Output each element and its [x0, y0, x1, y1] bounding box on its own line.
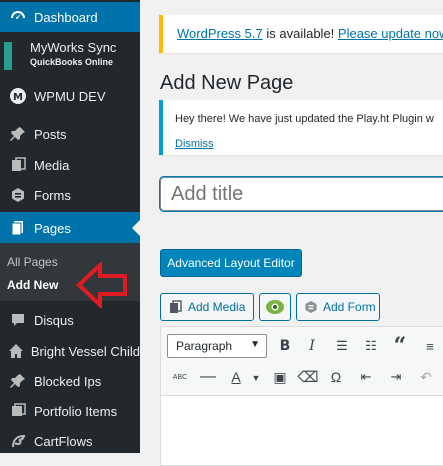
blockquote-icon[interactable]: “	[391, 333, 409, 359]
dashboard-icon	[4, 9, 32, 25]
submenu-add-new[interactable]: Add New	[7, 278, 58, 292]
sidebar-item-bright-vessel[interactable]: Bright Vessel Child	[0, 336, 140, 366]
horizontal-line-icon[interactable]: —	[199, 368, 217, 386]
align-left-icon[interactable]: ≡	[421, 337, 439, 355]
numbered-list-icon[interactable]: ☷	[362, 337, 380, 355]
sidebar-item-label: Forms	[34, 187, 71, 203]
wordpress-version-link[interactable]: WordPress 5.7	[177, 26, 263, 41]
pushpin-icon	[4, 126, 32, 142]
sidebar-item-myworks[interactable]: MyWorks Sync QuickBooks Online	[0, 34, 140, 74]
sidebar-item-label: MyWorks Sync	[30, 40, 117, 55]
sidebar-item-label: Blocked Ips	[34, 373, 102, 389]
cartflows-icon	[4, 433, 32, 449]
portfolio-icon	[4, 403, 32, 419]
dismiss-link[interactable]: Dismiss	[175, 138, 214, 150]
indent-icon[interactable]: ⇥	[387, 368, 405, 386]
sidebar-item-label: WPMU DEV	[34, 88, 106, 104]
add-form-button[interactable]: Add Form	[296, 293, 380, 321]
page-title: Add New Page	[160, 72, 294, 94]
undo-icon[interactable]: ↶	[417, 368, 435, 386]
sidebar-item-blocked-ips[interactable]: Blocked Ips	[0, 366, 140, 396]
sidebar-item-wpmudev[interactable]: M WPMU DEV	[0, 81, 140, 111]
chevron-down-icon: ▼	[250, 339, 260, 350]
sidebar-item-cartflows[interactable]: CartFlows	[0, 426, 140, 456]
sidebar-item-label: Disqus	[34, 312, 74, 328]
media-icon	[4, 157, 32, 173]
sidebar-item-label: Media	[34, 157, 70, 173]
submenu-all-pages[interactable]: All Pages	[7, 255, 58, 269]
sidebar-item-forms[interactable]: Forms	[0, 180, 140, 210]
annotation-arrow-icon	[76, 262, 127, 308]
sidebar-item-sublabel: QuickBooks Online	[30, 57, 114, 67]
sidebar-item-dashboard[interactable]: Dashboard	[0, 2, 140, 32]
pushpin-icon	[4, 373, 32, 389]
house-icon	[4, 343, 29, 359]
sidebar-item-portfolio[interactable]: Portfolio Items	[0, 396, 140, 426]
add-form-label: Add Form	[323, 300, 376, 314]
admin-sidebar: Dashboard MyWorks Sync QuickBooks Online…	[0, 0, 140, 453]
sidebar-item-disqus[interactable]: Disqus	[0, 305, 140, 335]
sidebar-item-label: Dashboard	[34, 9, 98, 25]
svg-text:M: M	[13, 92, 23, 103]
update-notice-text: WordPress 5.7 is available! Please updat…	[177, 26, 443, 41]
plugin-notice-text: Hey there! We have just updated the Play…	[175, 113, 434, 125]
sidebar-item-posts[interactable]: Posts	[0, 119, 140, 149]
special-character-icon[interactable]: Ω	[327, 368, 345, 386]
layout-builder-icon	[265, 299, 285, 315]
editor-toolbar: Paragraph ▼ B I ☰ ☷ “ ≡ ABC — A ▼ ▣ ⌫ Ω …	[161, 327, 443, 396]
sidebar-item-media[interactable]: Media	[0, 150, 140, 180]
advanced-layout-editor-button[interactable]: Advanced Layout Editor	[160, 249, 302, 277]
forms-icon	[4, 187, 32, 203]
text-color-icon[interactable]: A	[227, 368, 245, 386]
sidebar-item-label: CartFlows	[34, 433, 93, 449]
clear-formatting-icon[interactable]: ⌫	[297, 368, 318, 386]
post-title-input[interactable]	[160, 177, 443, 211]
myworks-logo-icon	[4, 42, 12, 70]
add-media-label: Add Media	[188, 300, 246, 314]
chevron-down-icon[interactable]: ▼	[247, 369, 265, 387]
comment-icon	[4, 312, 32, 328]
pages-icon	[4, 220, 32, 236]
update-now-link[interactable]: Please update now.	[338, 26, 443, 41]
sidebar-item-label: Posts	[34, 126, 67, 142]
sidebar-item-label: Portfolio Items	[34, 403, 118, 419]
add-media-button[interactable]: Add Media	[160, 293, 254, 321]
italic-icon[interactable]: I	[303, 337, 321, 355]
bullet-list-icon[interactable]: ☰	[333, 337, 351, 355]
format-select[interactable]: Paragraph ▼	[167, 334, 267, 358]
plugin-notice: Hey there! We have just updated the Play…	[159, 100, 443, 155]
form-icon	[304, 300, 318, 314]
wpmudev-icon: M	[4, 87, 32, 105]
paste-text-icon[interactable]: ▣	[271, 368, 289, 386]
sidebar-item-label: Pages	[34, 220, 71, 236]
classic-editor: Paragraph ▼ B I ☰ ☷ “ ≡ ABC — A ▼ ▣ ⌫ Ω …	[160, 326, 443, 466]
sidebar-item-label: Bright Vessel Child	[30, 343, 140, 359]
format-select-value: Paragraph	[176, 339, 233, 353]
sidebar-item-pages[interactable]: Pages	[0, 212, 140, 244]
strikethrough-icon[interactable]: ABC	[169, 368, 191, 386]
outdent-icon[interactable]: ⇤	[357, 368, 375, 386]
media-icon	[169, 300, 183, 314]
update-notice-middle: is available!	[262, 26, 338, 41]
current-menu-notch	[132, 220, 140, 236]
update-notice: WordPress 5.7 is available! Please updat…	[159, 15, 443, 53]
bold-icon[interactable]: B	[276, 337, 294, 355]
layout-builder-button[interactable]	[259, 293, 291, 321]
